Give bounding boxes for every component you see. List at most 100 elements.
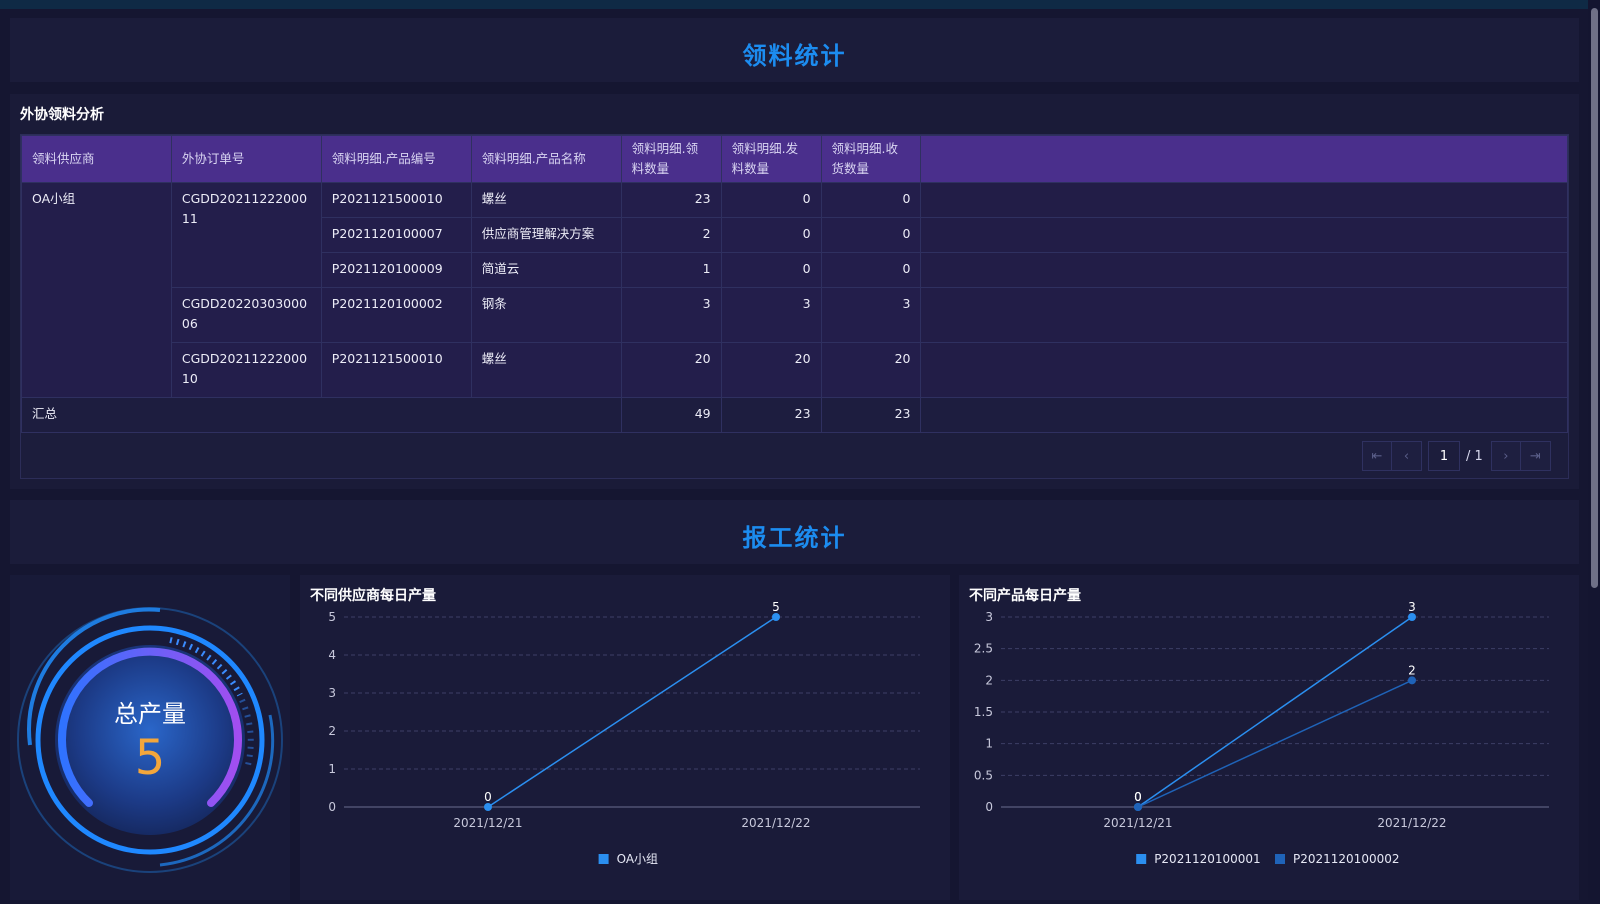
y-tick-label: 2.5 bbox=[974, 642, 993, 656]
x-tick-label: 2021/12/21 bbox=[1103, 816, 1172, 830]
cell-code: P2021120100002 bbox=[320, 287, 472, 343]
cell-issued: 3 bbox=[720, 287, 822, 343]
table-title: 外协领料分析 bbox=[20, 107, 104, 123]
series-line bbox=[487, 616, 777, 808]
cell-issued: 0 bbox=[720, 182, 822, 218]
cell-total-label: 汇总 bbox=[21, 397, 622, 433]
cell-received: 0 bbox=[820, 217, 922, 253]
x-tick-label: 2021/12/22 bbox=[741, 816, 810, 830]
last-page-button[interactable]: ⇥ bbox=[1520, 441, 1551, 471]
x-tick-label: 2021/12/22 bbox=[1377, 816, 1446, 830]
cell-empty bbox=[920, 287, 1568, 343]
y-tick-label: 4 bbox=[328, 648, 336, 662]
first-page-button[interactable]: ⇤ bbox=[1362, 441, 1392, 471]
cell-received: 0 bbox=[820, 182, 922, 218]
table-row: CGDD2022030300006 P2021120100002 钢条 3 3 … bbox=[22, 287, 1568, 343]
y-tick-label: 1 bbox=[328, 762, 336, 776]
y-tick-label: 2 bbox=[328, 724, 336, 738]
table-row: OA小组 CGDD2021122200011 P2021121500010 螺丝… bbox=[21, 182, 1568, 398]
cell-order: CGDD2021122200010 bbox=[170, 342, 322, 398]
cell-empty bbox=[920, 342, 1568, 398]
legend-label: OA小组 bbox=[617, 852, 658, 866]
cell-code: P2021120100009 bbox=[320, 252, 472, 288]
material-section-title: 领料统计 bbox=[742, 42, 847, 70]
cell-qty: 20 bbox=[620, 342, 722, 398]
y-tick-label: 0 bbox=[328, 800, 336, 814]
scrollbar-thumb[interactable] bbox=[1591, 8, 1598, 588]
col-product-name[interactable]: 领料明细.产品名称 bbox=[470, 135, 622, 183]
y-tick-label: 1.5 bbox=[974, 705, 993, 719]
cell-name: 供应商管理解决方案 bbox=[470, 217, 622, 253]
cell-name: 钢条 bbox=[470, 287, 622, 343]
col-product-code[interactable]: 领料明细.产品编号 bbox=[320, 135, 472, 183]
data-label: 5 bbox=[772, 600, 780, 614]
cell-name: 简道云 bbox=[470, 252, 622, 288]
data-label: 3 bbox=[1408, 600, 1416, 614]
y-tick-label: 3 bbox=[985, 610, 993, 624]
material-analysis-panel: 外协领料分析 领料供应商 外协订单号 领料明细.产品编号 领料明细.产品名称 领… bbox=[10, 94, 1579, 489]
col-supplier[interactable]: 领料供应商 bbox=[21, 135, 172, 183]
cell-total-qty: 49 bbox=[620, 397, 722, 433]
x-tick-label: 2021/12/21 bbox=[453, 816, 522, 830]
cell-name: 螺丝 bbox=[470, 182, 622, 218]
prev-page-button[interactable]: ‹ bbox=[1392, 441, 1422, 471]
top-bar bbox=[0, 0, 1600, 9]
col-receive-qty[interactable]: 领料明细.收货数量 bbox=[820, 135, 922, 183]
table-row: CGDD2021122200010 P2021121500010 螺丝 20 2… bbox=[22, 342, 1568, 398]
supplier-chart-panel: 不同供应商每日产量 0 1 2 3 4 5 2021/12/21 2021/12/22 0 5 OA… bbox=[300, 575, 950, 900]
data-label: 0 bbox=[484, 790, 492, 804]
supplier-daily-output-chart: 0 1 2 3 4 5 2021/12/21 2021/12/22 0 5 OA小组 bbox=[328, 600, 920, 866]
cell-empty bbox=[920, 397, 1568, 433]
data-point bbox=[484, 803, 492, 811]
total-row: 汇总 49 23 23 bbox=[21, 397, 1568, 433]
legend-label: P2021120100001 bbox=[1154, 852, 1261, 866]
y-tick-label: 0.5 bbox=[974, 768, 993, 782]
chevron-left-icon: ‹ bbox=[1403, 448, 1410, 464]
legend-swatch bbox=[1275, 854, 1285, 864]
col-request-qty[interactable]: 领料明细.领料数量 bbox=[620, 135, 722, 183]
cell-issued: 0 bbox=[720, 252, 822, 288]
cell-total-issued: 23 bbox=[720, 397, 822, 433]
data-point bbox=[1408, 676, 1416, 685]
cell-issued: 0 bbox=[720, 217, 822, 253]
y-tick-label: 2 bbox=[985, 673, 993, 687]
cell-code: P2021121500010 bbox=[320, 342, 472, 398]
cell-qty: 23 bbox=[620, 182, 722, 218]
table-header-row: 领料供应商 外协订单号 领料明细.产品编号 领料明细.产品名称 领料明细.领料数… bbox=[21, 135, 1568, 183]
product-daily-output-chart: 00.511.522.532021/12/21 2021/12/220302P20… bbox=[974, 600, 1549, 866]
material-section-header: 领料统计 bbox=[10, 18, 1579, 82]
cell-qty: 3 bbox=[620, 287, 722, 343]
gauge-graphic: 总产量 5 bbox=[17, 607, 283, 873]
cell-received: 0 bbox=[820, 252, 922, 288]
first-page-icon: ⇤ bbox=[1371, 448, 1383, 464]
product-chart-panel: 不同产品每日产量 0 0.5 1 1.5 2 2.5 3 2021/12/21 2021/12/… bbox=[959, 575, 1579, 900]
legend-swatch bbox=[1136, 854, 1147, 864]
col-order[interactable]: 外协订单号 bbox=[170, 135, 322, 183]
cell-empty bbox=[920, 217, 1568, 253]
next-page-button[interactable]: › bbox=[1490, 441, 1521, 471]
y-tick-label: 3 bbox=[328, 686, 336, 700]
cell-code: P2021120100007 bbox=[320, 217, 472, 253]
gauge-value: 5 bbox=[135, 730, 166, 786]
cell-empty bbox=[920, 252, 1568, 288]
col-empty bbox=[920, 135, 1568, 183]
data-label: 2 bbox=[1408, 663, 1416, 677]
chevron-right-icon: › bbox=[1503, 448, 1509, 464]
page-total: / 1 bbox=[1466, 448, 1483, 464]
page-number-input[interactable]: 1 bbox=[1428, 441, 1460, 471]
cell-code: P2021121500010 bbox=[320, 182, 472, 218]
data-point bbox=[1408, 613, 1416, 621]
cell-qty: 2 bbox=[620, 217, 722, 253]
report-section-title: 报工统计 bbox=[742, 524, 847, 552]
cell-received: 3 bbox=[820, 287, 922, 343]
material-table: 领料供应商 外协订单号 领料明细.产品编号 领料明细.产品名称 领料明细.领料数… bbox=[20, 134, 1569, 479]
cell-supplier: OA小组 bbox=[21, 182, 172, 398]
report-section-header: 报工统计 bbox=[10, 500, 1579, 564]
material-grid: 领料供应商 外协订单号 领料明细.产品编号 领料明细.产品名称 领料明细.领料数… bbox=[21, 135, 1568, 433]
cell-order: CGDD2021122200011 bbox=[170, 182, 322, 288]
y-tick-label: 5 bbox=[328, 610, 336, 624]
pagination: ⇤ ‹ 1 / 1 › ⇥ bbox=[1362, 440, 1551, 472]
y-tick-label: 1 bbox=[985, 737, 993, 751]
col-issue-qty[interactable]: 领料明细.发料数量 bbox=[720, 135, 822, 183]
data-label: 0 bbox=[1134, 790, 1142, 804]
